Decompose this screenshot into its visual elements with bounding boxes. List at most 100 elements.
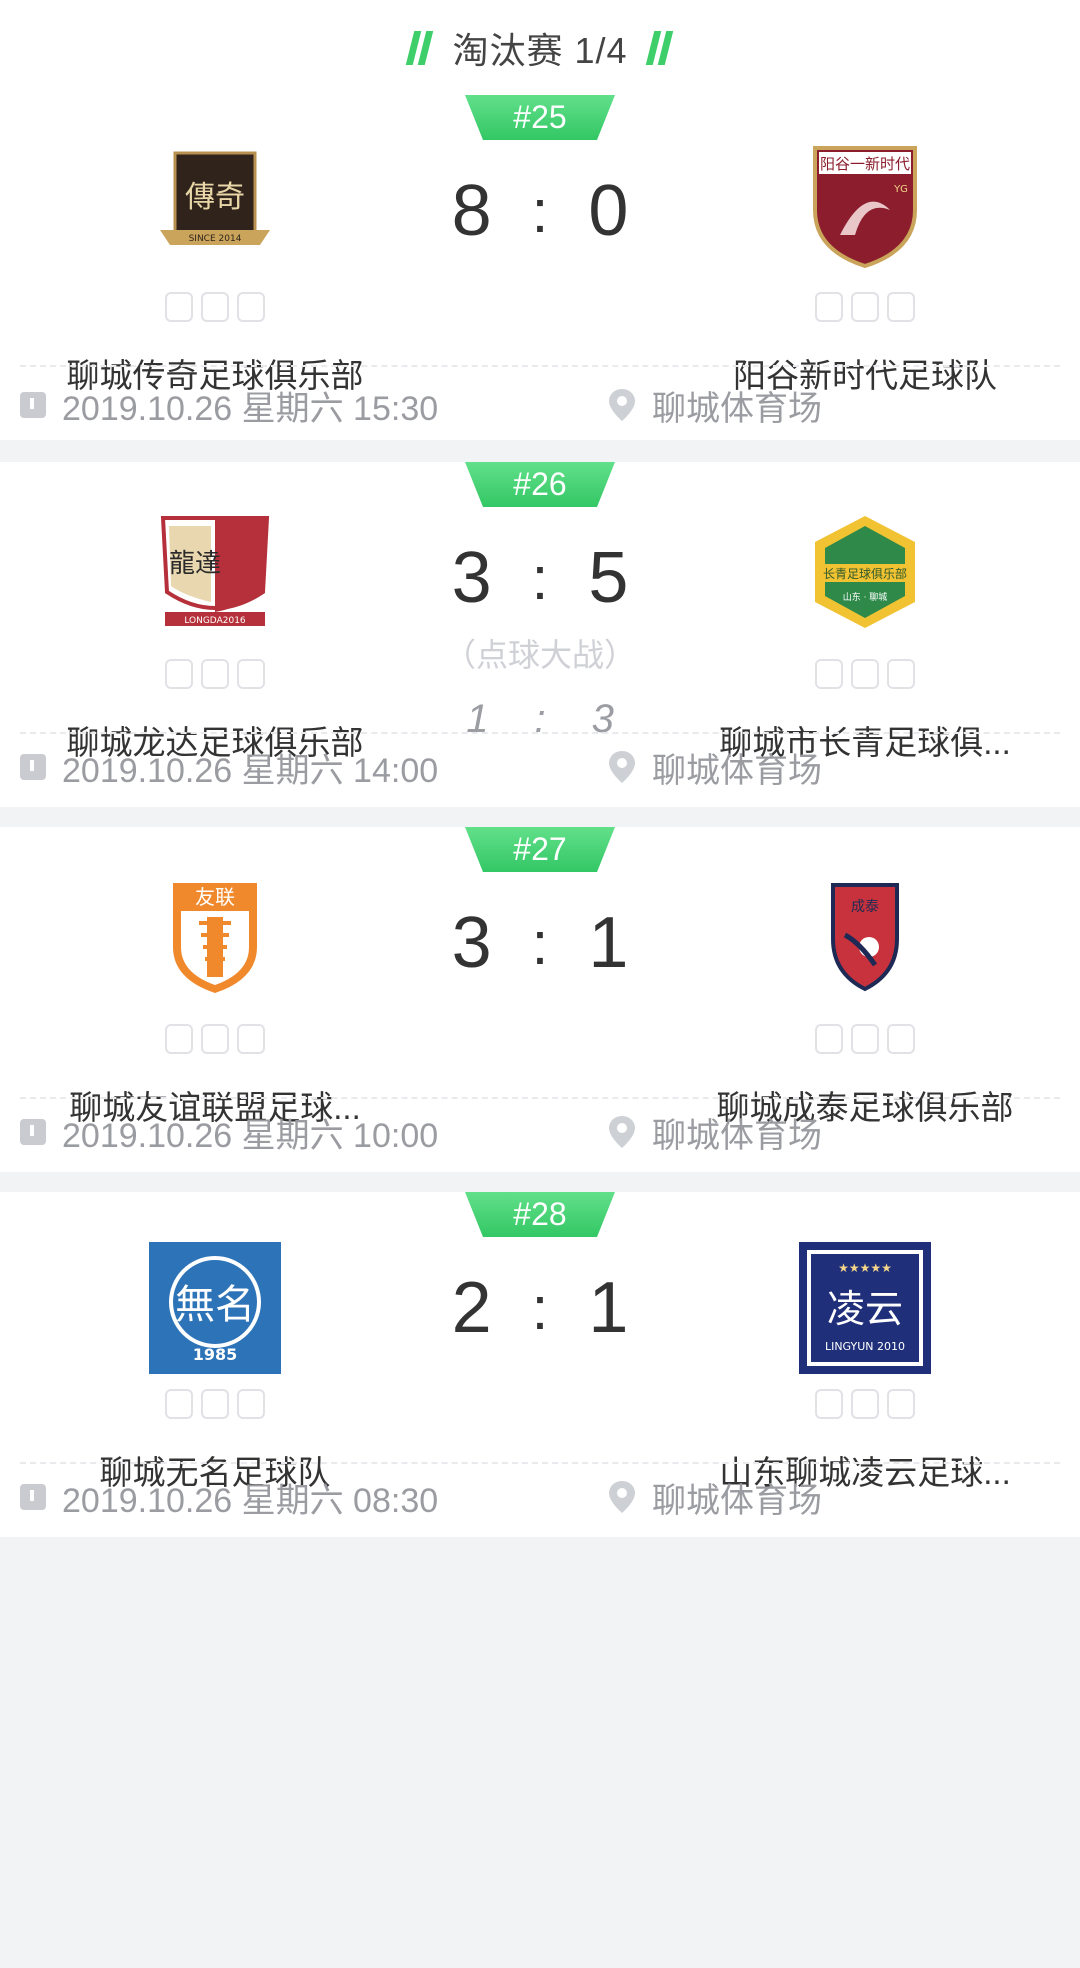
match-venue[interactable]: 聊城体育场 <box>608 381 822 430</box>
match-card[interactable]: #27 友联 聊城友谊联盟足球... 3 : 1 成泰 聊城成泰足球俱乐部 20… <box>0 827 1080 1172</box>
match-time: 2019.10.26 星期六 10:00 <box>20 1108 438 1157</box>
score-separator: : <box>531 177 549 245</box>
clock-icon <box>20 1119 46 1145</box>
team-stat-icons <box>805 1019 925 1059</box>
double-slash-icon <box>645 30 674 65</box>
svg-text:★★★★★: ★★★★★ <box>838 1261 892 1275</box>
location-pin-icon <box>609 751 635 783</box>
logo-text: 成泰 <box>851 899 879 915</box>
location-pin-icon <box>609 389 635 421</box>
team-stat-icons <box>155 1019 275 1059</box>
match-score: 3 : 5 <box>452 537 629 619</box>
venue-name: 聊城体育场 <box>652 1116 822 1155</box>
clock-icon <box>20 392 46 418</box>
venue-name: 聊城体育场 <box>652 389 822 428</box>
team-stat-icons <box>155 1384 275 1424</box>
away-score: 1 <box>588 1268 629 1348</box>
away-team[interactable]: ★★★★★ 凌云 LINGYUN 2010 山东聊城凌云足球... <box>650 1242 1080 1494</box>
home-team[interactable]: 友联 聊城友谊联盟足球... <box>0 877 430 1129</box>
match-footer: 2019.10.26 星期六 08:30 聊城体育场 <box>0 1467 1080 1527</box>
match-number-badge: #27 <box>465 827 615 872</box>
match-time: 2019.10.26 星期六 15:30 <box>20 381 438 430</box>
match-score: 3 : 1 <box>452 902 629 984</box>
match-list-page: 淘汰赛 1/4 #25 傳奇 SINCE 2014 聊城传奇足球俱乐部 8 : … <box>0 0 1080 1968</box>
score-separator: : <box>531 544 549 612</box>
match-datetime: 2019.10.26 星期六 14:00 <box>62 751 439 790</box>
match-score: 2 : 1 <box>452 1267 629 1349</box>
penalty-score: 1 : 3 <box>466 697 614 742</box>
match-footer: 2019.10.26 星期六 14:00 聊城体育场 <box>0 737 1080 797</box>
away-team[interactable]: 成泰 聊城成泰足球俱乐部 <box>650 877 1080 1129</box>
venue-name: 聊城体育场 <box>652 751 822 790</box>
clock-icon <box>20 1484 46 1510</box>
divider <box>20 365 1060 367</box>
penalty-shootout-label: （点球大战） <box>443 637 637 673</box>
logo-text: 無名 <box>175 1282 255 1328</box>
logo-text: 傳奇 <box>185 180 245 215</box>
divider <box>20 1462 1060 1464</box>
match-venue[interactable]: 聊城体育场 <box>608 1473 822 1522</box>
home-team[interactable]: 無名 1985 聊城无名足球队 <box>0 1242 430 1494</box>
team-stat-icons <box>805 287 925 327</box>
match-time: 2019.10.26 星期六 08:30 <box>20 1473 438 1522</box>
home-team[interactable]: 傳奇 SINCE 2014 聊城传奇足球俱乐部 <box>0 145 430 397</box>
logo-subtext: LINGYUN 2010 <box>825 1340 905 1353</box>
divider <box>20 1097 1060 1099</box>
logo-text: 长青足球俱乐部 <box>823 566 907 581</box>
logo-subtext: LONGDA2016 <box>184 616 246 626</box>
home-score: 2 <box>451 1268 492 1348</box>
away-team[interactable]: 长青足球俱乐部 山东 · 聊城 聊城市长青足球俱... <box>650 512 1080 764</box>
logo-text: 龍達 <box>169 549 221 579</box>
match-card[interactable]: #26 龍達 LONGDA2016 聊城龙达足球俱乐部 3 : 5 （点球大战） <box>0 462 1080 807</box>
match-card[interactable]: #25 傳奇 SINCE 2014 聊城传奇足球俱乐部 8 : 0 阳谷一新时代… <box>0 95 1080 440</box>
away-team[interactable]: 阳谷一新时代 YG 阳谷新时代足球队 <box>650 145 1080 397</box>
team-stat-icons <box>805 1384 925 1424</box>
score-separator: : <box>531 909 549 977</box>
match-footer: 2019.10.26 星期六 15:30 聊城体育场 <box>0 375 1080 435</box>
venue-name: 聊城体育场 <box>652 1481 822 1520</box>
location-pin-icon <box>609 1116 635 1148</box>
team-logo: 长青足球俱乐部 山东 · 聊城 <box>805 512 925 632</box>
logo-subtext: SINCE 2014 <box>189 234 242 244</box>
penalty-separator: : <box>534 697 546 741</box>
away-score: 1 <box>588 903 629 983</box>
away-penalty-score: 3 <box>591 697 614 741</box>
logo-subtext: 1985 <box>193 1345 238 1364</box>
team-logo: 龍達 LONGDA2016 <box>155 512 275 632</box>
team-logo: 無名 1985 <box>149 1242 281 1374</box>
round-header: 淘汰赛 1/4 <box>0 0 1080 95</box>
team-stat-icons <box>805 654 925 694</box>
match-card[interactable]: #28 無名 1985 聊城无名足球队 2 : 1 ★★★★★ 凌云 LINGY… <box>0 1192 1080 1537</box>
match-score: 8 : 0 <box>452 170 629 252</box>
clock-icon <box>20 754 46 780</box>
match-datetime: 2019.10.26 星期六 08:30 <box>62 1481 439 1520</box>
team-logo: 友联 <box>155 877 275 997</box>
match-venue[interactable]: 聊城体育场 <box>608 743 822 792</box>
double-slash-icon <box>406 30 434 65</box>
match-number-badge: #25 <box>465 95 615 140</box>
away-score: 0 <box>588 171 629 251</box>
logo-text: 阳谷一新时代 <box>820 155 910 173</box>
match-footer: 2019.10.26 星期六 10:00 聊城体育场 <box>0 1102 1080 1162</box>
home-penalty-score: 1 <box>466 697 489 741</box>
home-score: 3 <box>451 538 492 618</box>
away-score: 5 <box>588 538 629 618</box>
team-logo: 傳奇 SINCE 2014 <box>155 145 275 265</box>
match-number-badge: #28 <box>465 1192 615 1237</box>
logo-text: 凌云 <box>827 1287 903 1331</box>
match-datetime: 2019.10.26 星期六 15:30 <box>62 389 439 428</box>
logo-subtext: YG <box>893 184 908 195</box>
logo-subtext: 山东 · 聊城 <box>843 591 888 603</box>
match-time: 2019.10.26 星期六 14:00 <box>20 743 438 792</box>
team-stat-icons <box>155 654 275 694</box>
team-logo: 阳谷一新时代 YG <box>805 145 925 269</box>
home-score: 8 <box>451 171 492 251</box>
location-pin-icon <box>609 1481 635 1513</box>
logo-text: 友联 <box>195 885 235 909</box>
home-team[interactable]: 龍達 LONGDA2016 聊城龙达足球俱乐部 <box>0 512 430 764</box>
match-number-badge: #26 <box>465 462 615 507</box>
divider <box>20 732 1060 734</box>
team-logo: 成泰 <box>805 877 925 997</box>
match-venue[interactable]: 聊城体育场 <box>608 1108 822 1157</box>
team-stat-icons <box>155 287 275 327</box>
